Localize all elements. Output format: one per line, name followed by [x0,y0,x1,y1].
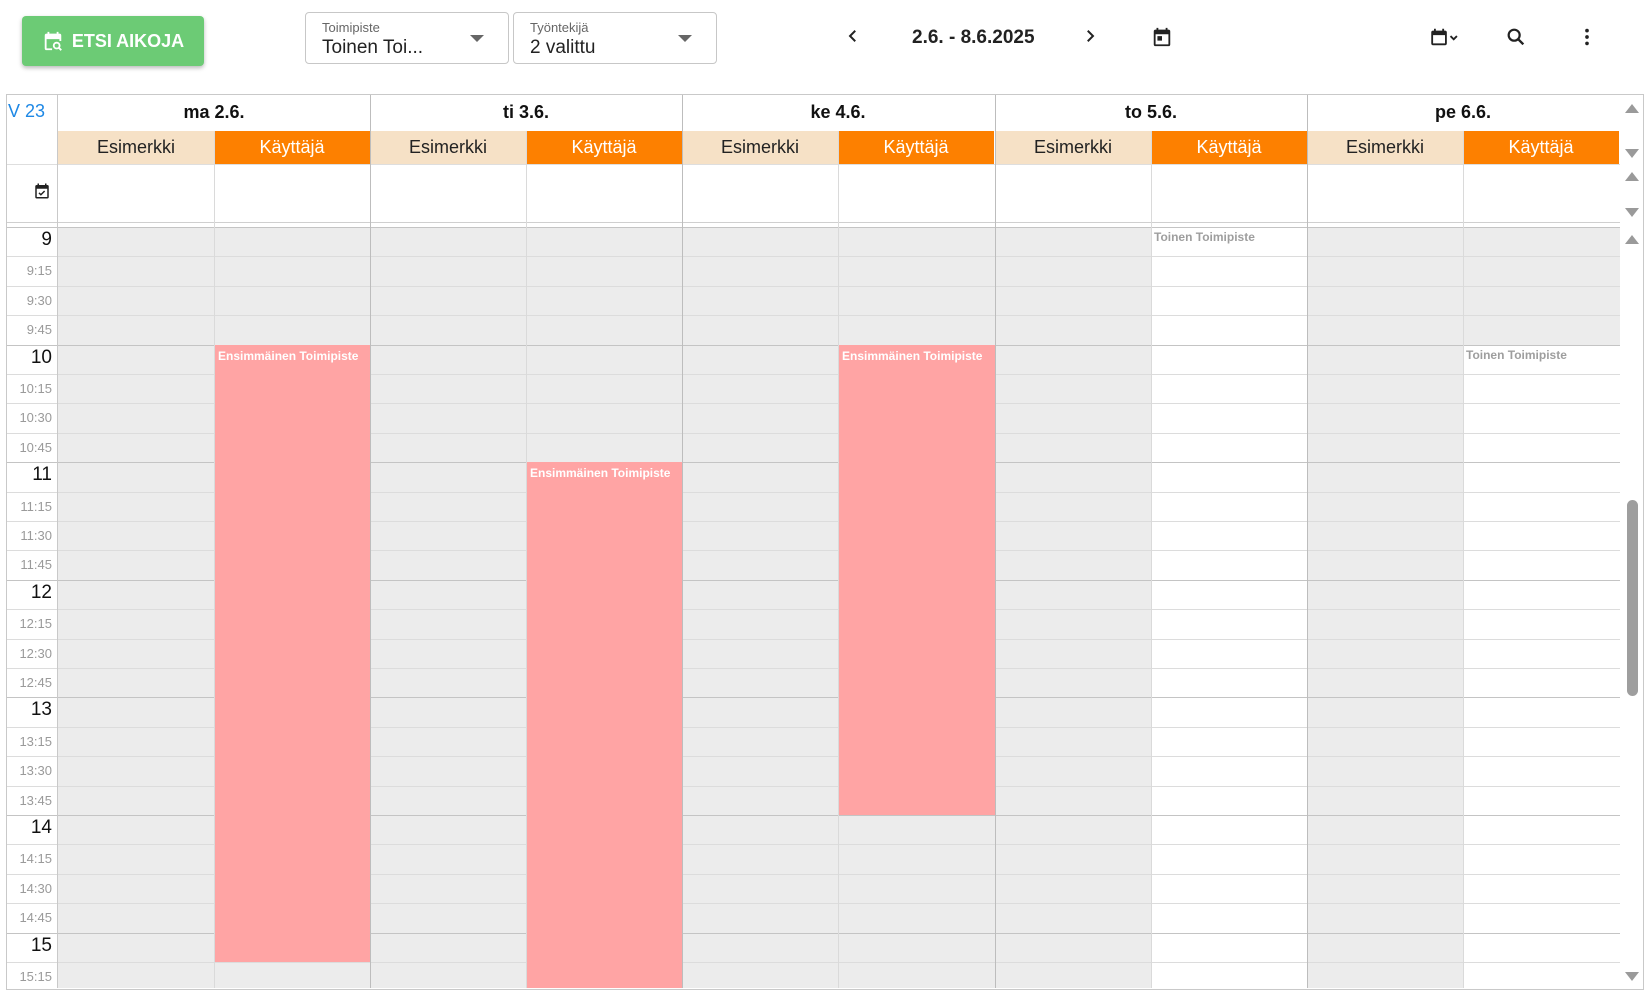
chevron-left-icon [844,27,862,50]
allday-divider [7,222,1620,223]
time-label: 12:30 [19,646,52,661]
search-icon [1505,26,1527,53]
time-label: 9:15 [26,263,52,278]
calendar-event[interactable]: Ensimmäinen Toimipiste [527,462,682,988]
time-label: 11:30 [20,528,52,543]
time-row-line [7,227,1620,228]
office-select[interactable]: Toimipiste Toinen Toi... [305,12,509,64]
time-label: 10:45 [19,440,52,455]
time-label: 10 [30,347,52,368]
time-label: 9 [41,229,52,250]
time-label: 14:15 [19,851,52,866]
employee-select[interactable]: Työntekijä 2 valittu [513,12,717,64]
resource-header[interactable]: Käyttäjä [1463,131,1619,164]
chevron-down-icon [678,35,692,42]
chevron-right-icon [1081,27,1099,50]
time-label: 14:30 [19,881,52,896]
time-label: 14 [30,817,52,838]
search-button[interactable] [1501,24,1531,54]
calendar-event[interactable]: Ensimmäinen Toimipiste [215,344,370,962]
resource-divider [1463,131,1464,988]
day-header-fri[interactable]: pe 6.6. [1307,102,1619,123]
resource-divider [1151,131,1152,988]
employee-select-value: 2 valittu [530,37,596,58]
calendar-icon [1151,26,1173,53]
time-row-line [7,315,1620,316]
day-header-thu[interactable]: to 5.6. [995,102,1307,123]
time-row-line [7,256,1620,257]
availability-label[interactable]: Toinen Toimipiste [1466,348,1567,362]
resource-header[interactable]: Käyttäjä [838,131,994,164]
time-label: 10:30 [19,410,52,425]
resource-header[interactable]: Käyttäjä [526,131,682,164]
resource-header[interactable]: Esimerkki [682,131,838,164]
time-label: 12:15 [19,616,52,631]
chevron-down-icon [470,35,484,42]
event-title: Ensimmäinen Toimipiste [218,348,359,363]
day-header-mon[interactable]: ma 2.6. [58,102,370,123]
time-label: 15 [30,935,52,956]
time-label: 13:15 [19,734,52,749]
day-header-tue[interactable]: ti 3.6. [370,102,682,123]
next-week-button[interactable] [1076,24,1104,52]
date-picker-button[interactable] [1147,24,1177,54]
day-divider [370,95,371,988]
availability-label[interactable]: Toinen Toimipiste [1154,230,1255,244]
time-row-line [7,286,1620,287]
employee-select-label: Työntekijä [530,20,589,35]
time-label: 12:45 [19,675,52,690]
time-label: 11:15 [20,499,52,514]
resource-header[interactable]: Esimerkki [370,131,526,164]
day-divider [682,95,683,988]
time-label: 11 [32,464,52,485]
week-number[interactable]: V 23 [8,101,45,122]
office-select-value: Toinen Toi... [322,37,424,58]
time-label: 10:15 [19,381,52,396]
more-vert-icon [1576,26,1598,53]
time-label: 14:45 [19,910,52,925]
time-label: 12 [30,582,52,603]
resource-header[interactable]: Käyttäjä [214,131,370,164]
search-slots-button[interactable]: ETSI AIKOJA [22,16,204,66]
day-divider [1307,95,1308,988]
grid-scroll-up[interactable] [1625,235,1639,244]
date-range: 2.6. - 8.6.2025 [912,27,1035,48]
time-label: 9:30 [26,293,52,308]
grid-scroll-down[interactable] [1625,972,1639,981]
office-select-label: Toimipiste [322,20,380,35]
time-row-line [7,962,1620,963]
search-slots-label: ETSI AIKOJA [71,30,185,51]
resource-header[interactable]: Esimerkki [1307,131,1463,164]
resource-header[interactable]: Esimerkki [58,131,214,164]
calendar-view-menu[interactable] [1425,24,1465,54]
event-title: Ensimmäinen Toimipiste [842,348,983,363]
event-available-icon [33,182,51,205]
time-axis-divider [57,95,58,988]
time-label: 13:30 [19,763,52,778]
time-label: 15:15 [19,969,52,984]
resource-header[interactable]: Käyttäjä [1151,131,1307,164]
allday-scroll-down[interactable] [1625,208,1639,217]
time-label: 9:45 [26,322,52,337]
day-divider [995,95,996,988]
calendar-search-icon [42,30,64,52]
more-options-button[interactable] [1572,24,1602,54]
time-label: 13 [30,699,52,720]
calendar-view-icon [1428,26,1462,53]
resource-header[interactable]: Esimerkki [995,131,1151,164]
calendar-event[interactable]: Ensimmäinen Toimipiste [839,344,995,815]
grid-scrollbar-thumb[interactable] [1627,500,1638,696]
allday-scroll-up[interactable] [1625,172,1639,181]
header-divider [7,164,1620,165]
header-scroll-down[interactable] [1625,149,1639,158]
day-header-wed[interactable]: ke 4.6. [682,102,994,123]
header-scroll-up[interactable] [1625,104,1639,113]
event-title: Ensimmäinen Toimipiste [530,466,671,481]
time-label: 11:45 [20,557,52,572]
previous-week-button[interactable] [839,24,867,52]
time-label: 13:45 [19,793,52,808]
